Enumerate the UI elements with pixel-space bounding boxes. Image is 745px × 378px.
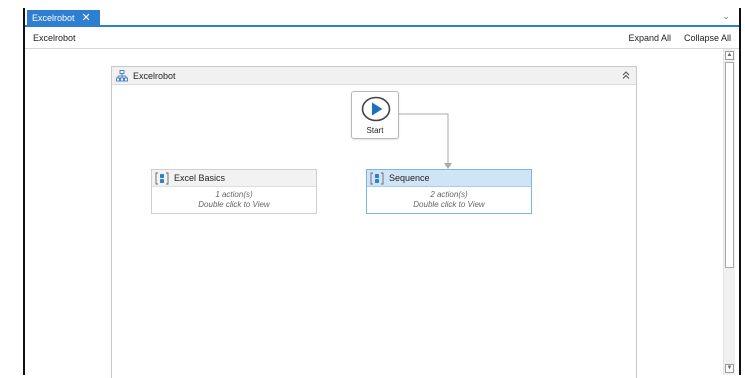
expand-all-button[interactable]: Expand All <box>628 33 671 43</box>
action-count: 1 action(s) <box>215 190 253 199</box>
flowchart-icon <box>116 70 128 82</box>
flowchart-title: Excelrobot <box>133 71 176 81</box>
vertical-scrollbar[interactable]: ▲ ▼ <box>723 49 735 375</box>
action-count: 2 action(s) <box>430 190 468 199</box>
collapse-all-button[interactable]: Collapse All <box>684 33 731 43</box>
double-chevron-up-icon[interactable] <box>621 70 631 80</box>
play-icon <box>361 96 391 122</box>
chevron-down-icon[interactable]: ⌄ <box>721 11 731 21</box>
breadcrumb-bar: Excelrobot Expand All Collapse All <box>25 27 739 49</box>
scroll-up-icon[interactable]: ▲ <box>725 51 734 60</box>
activity-header: Excel Basics <box>152 170 316 187</box>
start-node[interactable]: Start <box>351 91 399 139</box>
flowchart-container[interactable]: Excelrobot Start Excel Basics 1 action(s… <box>111 66 637 378</box>
scroll-down-icon[interactable]: ▼ <box>725 364 734 373</box>
designer-window: Excelrobot ✕ ⌄ Excelrobot Expand All Col… <box>23 8 741 378</box>
scrollbar-thumb[interactable] <box>725 62 734 268</box>
start-label: Start <box>366 126 384 135</box>
activity-header: Sequence <box>367 170 531 187</box>
outer-margin <box>0 0 23 375</box>
double-click-hint: Double click to View <box>413 200 485 209</box>
breadcrumb[interactable]: Excelrobot <box>33 33 76 43</box>
activity-title: Sequence <box>389 173 430 183</box>
document-tab-bar: Excelrobot ✕ ⌄ <box>25 8 739 27</box>
flowchart-header: Excelrobot <box>112 67 636 85</box>
tab-label: Excelrobot <box>32 13 75 23</box>
sequence-icon <box>370 172 384 185</box>
activity-excel-basics[interactable]: Excel Basics 1 action(s) Double click to… <box>151 169 317 214</box>
tab-excelrobot[interactable]: Excelrobot ✕ <box>27 10 100 26</box>
activity-title: Excel Basics <box>174 173 226 183</box>
double-click-hint: Double click to View <box>198 200 270 209</box>
designer-canvas[interactable]: Excelrobot Start Excel Basics 1 action(s… <box>25 50 723 378</box>
close-icon[interactable]: ✕ <box>82 12 91 24</box>
sequence-icon <box>155 172 169 185</box>
activity-sequence[interactable]: Sequence 2 action(s) Double click to Vie… <box>366 169 532 214</box>
